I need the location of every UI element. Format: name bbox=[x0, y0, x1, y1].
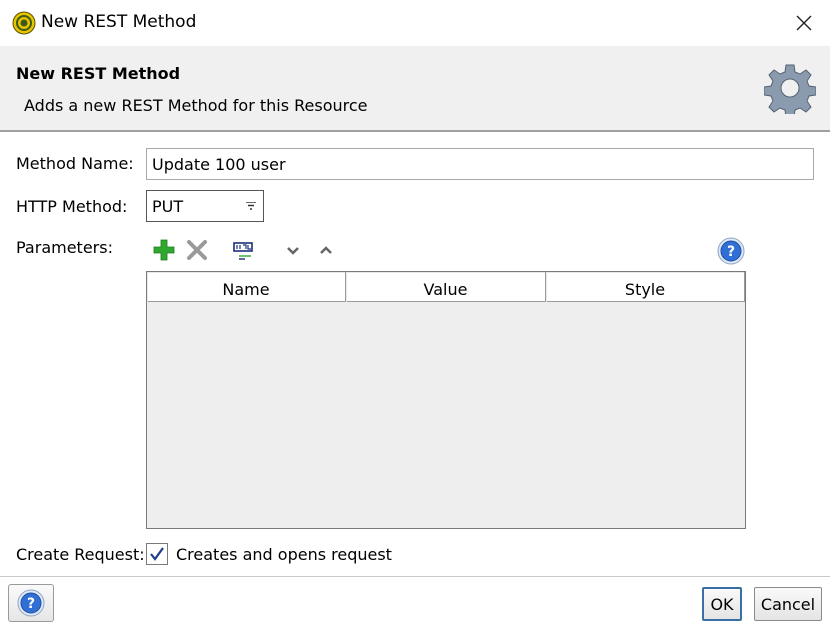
check-icon bbox=[150, 547, 164, 561]
create-request-checkbox[interactable] bbox=[146, 543, 168, 565]
help-icon[interactable]: ? bbox=[717, 237, 745, 265]
dialog-header: New REST Method Adds a new REST Method f… bbox=[0, 46, 830, 130]
http-method-select[interactable]: PUT bbox=[146, 190, 264, 222]
move-up-icon[interactable] bbox=[319, 244, 333, 256]
column-header-style[interactable]: Style bbox=[546, 272, 745, 302]
footer-divider bbox=[0, 576, 830, 577]
remove-icon[interactable] bbox=[186, 239, 208, 261]
move-up-button[interactable] bbox=[317, 240, 335, 260]
method-name-label: Method Name: bbox=[16, 154, 134, 173]
parameters-table[interactable]: Name Value Style bbox=[146, 271, 746, 529]
window-title: New REST Method bbox=[41, 12, 197, 32]
cancel-button[interactable]: Cancel bbox=[754, 587, 822, 621]
parameters-label: Parameters: bbox=[16, 238, 113, 257]
column-header-name[interactable]: Name bbox=[147, 272, 346, 302]
svg-text:?: ? bbox=[27, 596, 35, 612]
add-parameter-button[interactable] bbox=[152, 238, 176, 262]
header-title: New REST Method bbox=[16, 64, 181, 83]
header-subtitle: Adds a new REST Method for this Resource bbox=[24, 96, 368, 115]
method-name-input[interactable] bbox=[146, 148, 814, 180]
url-params-icon[interactable] bbox=[231, 239, 257, 261]
dropdown-icon bbox=[246, 202, 256, 210]
title-bar: New REST Method bbox=[0, 0, 830, 46]
soapui-icon bbox=[12, 11, 36, 35]
http-method-label: HTTP Method: bbox=[16, 197, 128, 216]
close-icon[interactable] bbox=[795, 14, 813, 32]
header-divider bbox=[0, 130, 830, 132]
svg-text:?: ? bbox=[727, 244, 735, 260]
table-header: Name Value Style bbox=[147, 272, 745, 302]
create-request-checkbox-label[interactable]: Creates and opens request bbox=[176, 545, 392, 564]
url-params-button[interactable] bbox=[230, 238, 258, 262]
http-method-value: PUT bbox=[152, 197, 184, 216]
help-icon[interactable]: ? bbox=[17, 589, 45, 617]
add-icon[interactable] bbox=[153, 239, 175, 261]
parameters-help-button[interactable]: ? bbox=[716, 236, 746, 266]
gear-icon bbox=[764, 64, 816, 114]
remove-parameter-button[interactable] bbox=[185, 238, 209, 262]
move-down-button[interactable] bbox=[284, 240, 302, 260]
create-request-label: Create Request: bbox=[16, 545, 145, 564]
close-button[interactable] bbox=[782, 6, 826, 40]
help-button[interactable]: ? bbox=[8, 584, 54, 622]
ok-button[interactable]: OK bbox=[702, 587, 742, 621]
column-header-value[interactable]: Value bbox=[346, 272, 546, 302]
move-down-icon[interactable] bbox=[286, 244, 300, 256]
